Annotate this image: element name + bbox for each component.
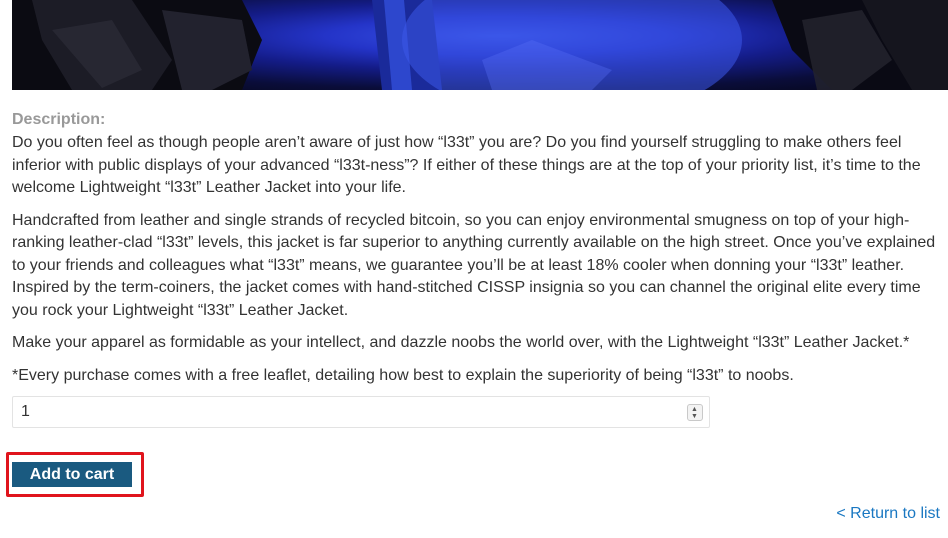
quantity-input[interactable]: 1 ▲ ▼ <box>12 396 710 428</box>
quantity-value[interactable]: 1 <box>21 403 30 421</box>
product-description: Do you often feel as though people aren’… <box>12 132 942 397</box>
description-paragraph: *Every purchase comes with a free leafle… <box>12 366 794 384</box>
add-to-cart-button[interactable]: Add to cart <box>12 462 132 487</box>
description-paragraph: Do you often feel as though people aren’… <box>12 134 921 196</box>
chevron-up-icon[interactable]: ▲ <box>691 406 698 413</box>
description-paragraph: Handcrafted from leather and single stra… <box>12 211 936 319</box>
product-image <box>12 0 948 90</box>
chevron-down-icon[interactable]: ▼ <box>691 413 698 420</box>
return-to-list-link[interactable]: < Return to list <box>836 505 940 523</box>
quantity-stepper[interactable]: ▲ ▼ <box>687 404 703 421</box>
product-page: Description: Do you often feel as though… <box>0 0 948 538</box>
jacket-photo-icon <box>12 0 948 90</box>
description-label: Description: <box>12 111 106 128</box>
description-paragraph: Make your apparel as formidable as your … <box>12 334 910 351</box>
